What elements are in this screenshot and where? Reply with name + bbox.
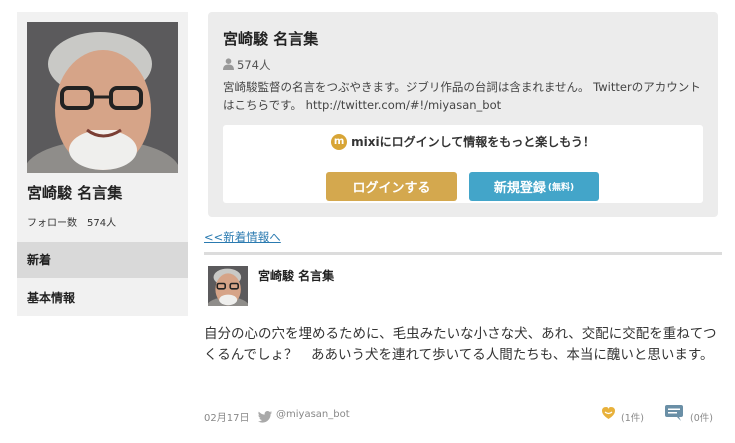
comment-icon[interactable] bbox=[664, 404, 684, 426]
back-to-news-link[interactable]: <<新着情報へ bbox=[204, 229, 281, 245]
post-body: 自分の心の穴を埋めるために、毛虫みたいな小さな犬、あれ、交配に交配を重ねてつくる… bbox=[204, 326, 717, 363]
post-date: 02月17日 bbox=[204, 413, 250, 424]
like-count: (1件) bbox=[621, 413, 644, 424]
nav-item-news[interactable]: 新着 bbox=[17, 242, 188, 278]
post-twitter-handle[interactable]: @miyasan_bot bbox=[276, 409, 350, 420]
person-icon bbox=[223, 57, 237, 73]
follow-info: フォロー数 574人 bbox=[27, 214, 116, 229]
mixi-logo-icon: m bbox=[331, 133, 348, 150]
register-button-label: 新規登録 bbox=[493, 181, 546, 196]
login-promo-text: mixiにログインして情報をもっと楽しもう！ bbox=[351, 135, 595, 149]
page-title: 宮崎駿 名言集 bbox=[223, 30, 319, 48]
profile-avatar[interactable] bbox=[27, 22, 178, 173]
follow-label: フォロー数 bbox=[27, 218, 77, 229]
community-description: 宮崎駿監督の名言をつぶやきます。ジブリ作品の台詞は含まれません。 Twitter… bbox=[223, 80, 701, 112]
follow-count: 574人 bbox=[87, 218, 117, 229]
login-button[interactable]: ログインする bbox=[326, 172, 457, 201]
profile-name: 宮崎駿 名言集 bbox=[27, 184, 123, 202]
divider bbox=[204, 252, 722, 255]
like-icon[interactable] bbox=[600, 405, 617, 424]
community-info-card: 宮崎駿 名言集 574人 宮崎駿監督の名言をつぶやきます。ジブリ作品の台詞は含ま… bbox=[208, 12, 718, 217]
register-button[interactable]: 新規登録 (無料) bbox=[469, 172, 599, 201]
comment-count: (0件) bbox=[690, 413, 713, 424]
post-author-avatar[interactable] bbox=[208, 266, 248, 306]
login-prompt-box: m mixiにログインして情報をもっと楽しもう！ ログインする 新規登録 (無料) bbox=[223, 125, 703, 203]
login-promo: m mixiにログインして情報をもっと楽しもう！ bbox=[223, 133, 703, 150]
profile-sidebar: 宮崎駿 名言集 フォロー数 574人 新着 基本情報 bbox=[17, 12, 188, 316]
register-button-sub: (無料) bbox=[547, 183, 575, 193]
member-count-row: 574人 bbox=[223, 57, 270, 73]
post-author[interactable]: 宮崎駿 名言集 bbox=[258, 267, 334, 284]
nav-item-basic-info[interactable]: 基本情報 bbox=[17, 280, 188, 316]
twitter-bird-icon bbox=[258, 408, 272, 427]
member-count: 574人 bbox=[237, 58, 271, 72]
